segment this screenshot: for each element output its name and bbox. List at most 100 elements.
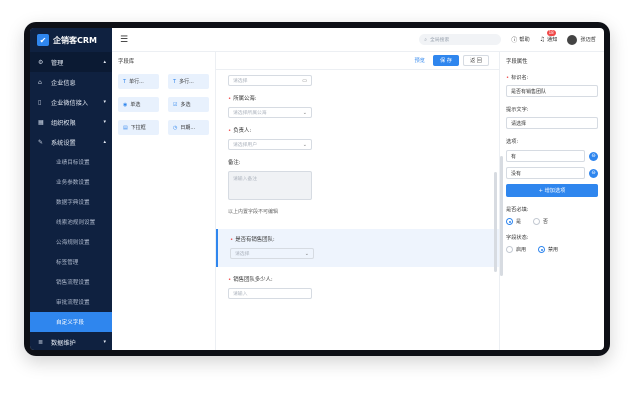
sidebar-item-system[interactable]: ✎ 系统设置 ▴ [30,132,112,152]
device-frame: ✔ 企销客CRM ⚙ 管理 ▴ ⌂ 企业信息 ▯ 企业微信接入 ▾ ▦ 组织权限… [24,22,610,356]
user-menu[interactable]: 张迈哲 [567,34,596,45]
calendar-icon: ▭ [302,77,307,84]
field-placeholder: 请输入 [233,292,248,297]
field-placeholder: 请选择 [233,79,248,84]
prop-label: • 标识名: [506,74,598,81]
avatar [567,34,578,45]
nav-label: 组织权限 [51,119,76,127]
sidebar-subitem[interactable]: 数据字典设置 [30,192,112,212]
field-type-dropdown[interactable]: ▤ 下拉框 [118,120,159,135]
sidebar-item-data[interactable]: ≣ 数据维护 ▾ [30,332,112,350]
field-type-checkbox[interactable]: ☑ 多选 [168,97,209,112]
canvas-toolbar: 预览 保 存 返 回 [216,52,499,70]
chevron-down-icon: ⌄ [304,250,309,257]
topbar: ☰ ⌕ 全局搜索 ⓘ 帮助 ♫ 通知 18 张迈哲 [112,28,604,52]
status-on-radio[interactable]: 启用 [506,246,526,253]
first-select-field[interactable]: 请选择 ▭ [228,75,312,86]
add-option-button[interactable]: + 增加选项 [506,184,598,197]
nav-label: 数据维护 [51,339,76,347]
pool-select-field[interactable]: 请选择所属公海 ⌄ [228,107,312,118]
form-fields: 请选择 ▭ • 所属公海: 请选择所属公海 ⌄ • 负责人: 请选择用户 ⌄ 备注:… [216,75,499,299]
field-type-multi-line[interactable]: T 多行... [168,74,209,89]
sidebar-subitem[interactable]: 公海规则设置 [30,232,112,252]
notify-button[interactable]: ♫ 通知 18 [539,30,557,43]
content: 字段库 T 单行... T 多行... ◉ 单选 ☑ 多选 ▤ 下拉框 ◷ 日期... 预览… [112,52,604,350]
field-type-label: 单行... [129,79,144,85]
status-off-radio[interactable]: 禁用 [538,246,558,253]
sales-team-select[interactable]: 请选择 ⌄ [230,248,314,259]
option-input[interactable]: 没有 [506,167,585,179]
name-input[interactable]: 是否有销售团队 [506,85,598,97]
back-button[interactable]: 返 回 [462,55,489,66]
required-yes-radio[interactable]: 是 [506,218,521,225]
builtin-note: 以上内置字段不可编辑 [228,209,279,215]
sidebar-item-org[interactable]: ▦ 组织权限 ▾ [30,112,112,132]
field-type-radio[interactable]: ◉ 单选 [118,97,159,112]
canvas-scrollbar[interactable] [494,172,497,272]
nav-label: 企业微信接入 [51,99,89,107]
chevron-down-icon: ▾ [103,99,106,105]
radio-unchecked-icon [506,246,513,253]
sidebar-subitem[interactable]: 业绩目标设置 [30,152,112,172]
field-label: • 是否有销售团队: [230,235,499,243]
sidebar-subitem[interactable]: 销售流程设置 [30,272,112,292]
owner-select-field[interactable]: 请选择用户 ⌄ [228,139,312,150]
radio-label: 启用 [516,247,527,253]
text-icon: T [173,78,177,85]
field-type-date[interactable]: ◷ 日期... [168,120,209,135]
properties-title: 字段属性 [506,59,528,65]
status-radio-group: 启用 禁用 [506,246,598,253]
field-type-single-line[interactable]: T 单行... [118,74,159,89]
option-input[interactable]: 有 [506,150,585,162]
sidebar-item-wecom[interactable]: ▯ 企业微信接入 ▾ [30,92,112,112]
user-name: 张迈哲 [580,37,596,43]
help-button[interactable]: ⓘ 帮助 [511,35,529,44]
text-icon: T [123,78,127,85]
field-library-grid: T 单行... T 多行... ◉ 单选 ☑ 多选 ▤ 下拉框 ◷ 日期... [118,74,209,135]
remark-textarea[interactable]: 请输入备注 [228,171,312,200]
sidebar-subitem[interactable]: 标签管理 [30,252,112,272]
search-icon: ⌕ [424,36,428,43]
bell-icon: ♫ [539,36,546,43]
database-icon: ≣ [38,338,44,346]
field-label-text: 销售团队多少人: [233,277,273,283]
sidebar-subitem-custom-fields[interactable]: 自定义字段 [30,312,112,332]
sidebar-subitem[interactable]: 业务参数设置 [30,172,112,192]
team-size-input[interactable]: 请输入 [228,288,312,299]
selected-field-block[interactable]: • 是否有销售团队: 请选择 ⌄ [216,229,499,267]
field-type-label: 多选 [180,102,191,108]
home-icon: ⌂ [38,78,42,86]
global-search-input[interactable]: ⌕ 全局搜索 [419,34,502,45]
prop-label-text: 标识名: [511,75,529,81]
nav-label: 管理 [51,59,64,67]
delete-icon[interactable]: ⊖ [589,151,598,161]
preview-button[interactable]: 预览 [415,57,425,64]
org-icon: ▦ [38,118,44,126]
option-row: 没有 ⊖ [506,167,598,179]
props-scrollbar[interactable] [500,156,503,276]
radio-icon: ◉ [123,101,128,108]
search-placeholder: 全局搜索 [430,38,450,43]
chevron-down-icon: ⌄ [302,141,307,148]
app-window: ✔ 企销客CRM ⚙ 管理 ▴ ⌂ 企业信息 ▯ 企业微信接入 ▾ ▦ 组织权限… [30,28,604,350]
nav-label: 系统设置 [51,139,76,147]
sidebar: ✔ 企销客CRM ⚙ 管理 ▴ ⌂ 企业信息 ▯ 企业微信接入 ▾ ▦ 组织权限… [30,28,112,350]
required-no-radio[interactable]: 否 [533,218,548,225]
save-button[interactable]: 保 存 [432,55,459,66]
sidebar-subitem[interactable]: 线索池规则设置 [30,212,112,232]
menu-toggle-icon[interactable]: ☰ [120,35,128,45]
phone-icon: ▯ [38,98,42,106]
chevron-up-icon: ▴ [103,139,106,145]
radio-unchecked-icon [533,218,541,225]
required-mark: • [228,277,232,283]
delete-icon[interactable]: ⊖ [589,168,598,178]
main-area: ☰ ⌕ 全局搜索 ⓘ 帮助 ♫ 通知 18 张迈哲 字段库 T 单行... T … [112,28,604,350]
sidebar-item-company-info[interactable]: ⌂ 企业信息 [30,72,112,92]
sidebar-subitem[interactable]: 审批流程设置 [30,292,112,312]
help-icon: ⓘ [511,37,518,44]
field-library-title: 字段库 [118,59,135,65]
nav-group-manage[interactable]: ⚙ 管理 ▴ [30,52,112,72]
clock-icon: ◷ [173,124,178,131]
hint-input[interactable]: 请选择 [506,117,598,129]
remark-label: 备注: [228,160,241,166]
